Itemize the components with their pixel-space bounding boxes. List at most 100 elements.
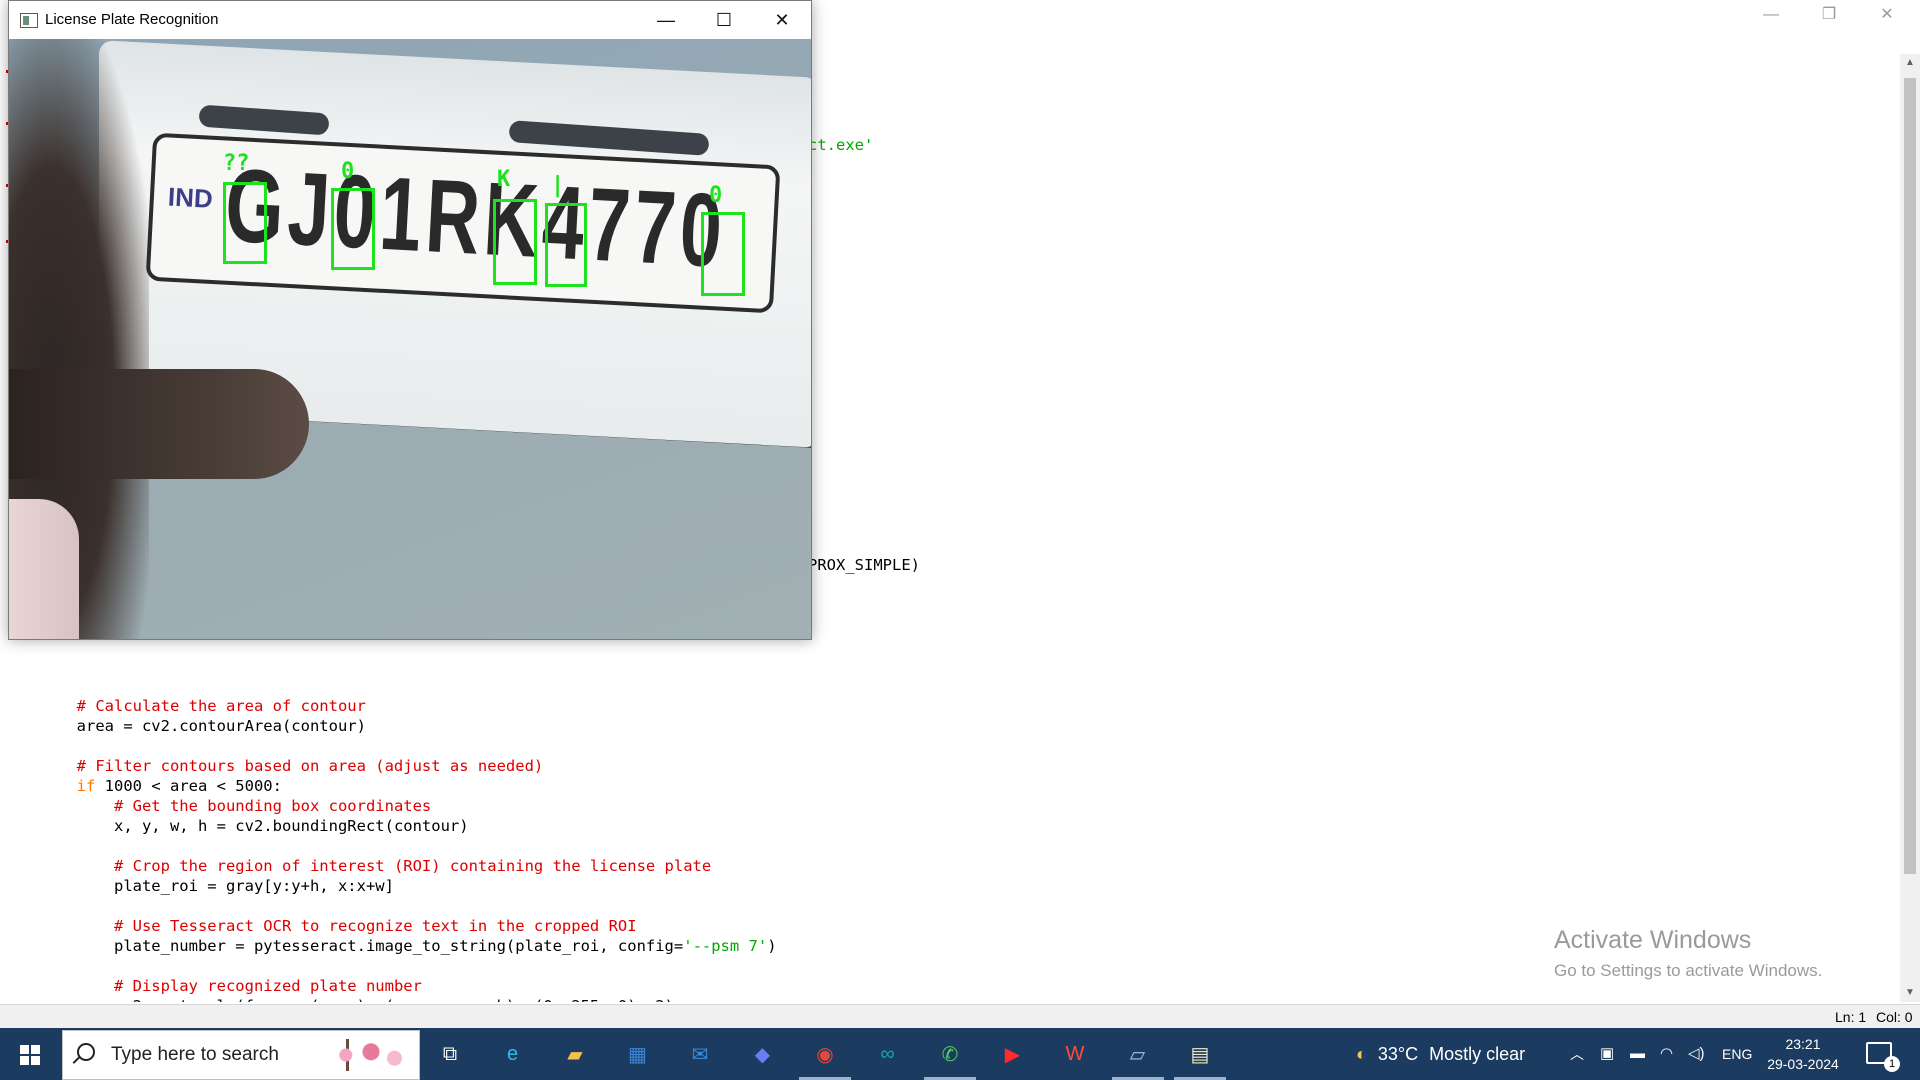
code-token: # Use Tesseract OCR to recognize text in…: [113, 917, 637, 935]
window-app-icon: [20, 13, 38, 28]
bbox-5: [701, 212, 745, 296]
scroll-thumb[interactable]: [1904, 78, 1916, 874]
editor-minimize-button[interactable]: —: [1742, 0, 1800, 30]
windows-logo-icon: [20, 1045, 40, 1065]
bbox-label-2: 0: [341, 159, 355, 184]
code-line: # Display recognized plate number: [2, 976, 1047, 996]
code-line: plate_roi = gray[y:y+h, x:x+w]: [2, 876, 1047, 896]
camera-frame: IND GJ01RK4770 ?? 0 K | 0: [9, 39, 811, 639]
code-token: plate_number = pytesseract.image_to_stri…: [113, 937, 684, 955]
code-line: # Use Tesseract OCR to recognize text in…: [2, 916, 1047, 936]
python-idle-icon[interactable]: ▤: [1182, 1036, 1218, 1072]
weather-temp: 33°C: [1377, 1044, 1419, 1064]
code-token: area = cv2.contourArea(contour): [76, 717, 366, 735]
language-indicator[interactable]: ENG: [1722, 1028, 1752, 1080]
show-hidden-icons-chevron-icon[interactable]: ︿: [1570, 1028, 1584, 1080]
editor-statusbar: Ln: 1 Col: 0: [0, 1004, 1920, 1029]
cherry-blossom-icon: [329, 1039, 413, 1071]
bbox-label-4: |: [551, 173, 565, 198]
code-token: # Display recognized plate number: [113, 977, 422, 995]
taskbar-clock[interactable]: 23:21 29-03-2024: [1760, 1034, 1846, 1074]
notification-center-icon[interactable]: 1: [1866, 1042, 1900, 1072]
code-token: cv2.rectangle(frame, (x, y), (x + w, y +…: [114, 997, 674, 1002]
code-token: # Crop the region of interest (ROI) cont…: [113, 857, 712, 875]
code-line: # Calculate the area of contour: [2, 696, 1047, 716]
code-token: 1000 < area < 5000:: [95, 777, 282, 795]
editor-restore-button[interactable]: ❐: [1800, 0, 1858, 30]
maximize-button[interactable]: ☐: [695, 1, 753, 39]
bbox-label-3: K: [497, 167, 511, 192]
code-fragment-approx: PROX_SIMPLE): [808, 556, 920, 574]
file-explorer-icon[interactable]: ▰: [557, 1036, 593, 1072]
search-placeholder: Type here to search: [111, 1044, 279, 1065]
plate-characters: GJ01RK4770: [222, 147, 730, 290]
search-icon: [77, 1043, 95, 1061]
status-col: Col: 0: [1876, 1009, 1913, 1025]
close-button[interactable]: ✕: [753, 1, 811, 39]
notification-count: 1: [1884, 1056, 1900, 1072]
scroll-down-icon[interactable]: ▼: [1900, 984, 1920, 1002]
lp-titlebar[interactable]: License Plate Recognition — ☐ ✕: [9, 1, 811, 39]
youtube-icon[interactable]: ▶: [995, 1036, 1031, 1072]
battery-icon[interactable]: ▬: [1630, 1028, 1645, 1080]
license-plate-window: License Plate Recognition — ☐ ✕ IND GJ01…: [8, 0, 812, 640]
chrome-icon[interactable]: ◉: [807, 1036, 843, 1072]
code-token: # Calculate the area of contour: [76, 697, 366, 715]
finger: [9, 369, 309, 479]
weather-widget[interactable]: ◐ 33°C Mostly clear: [1356, 1028, 1525, 1080]
volume-icon[interactable]: ◁): [1688, 1028, 1705, 1080]
copilot-icon[interactable]: ◆: [745, 1036, 781, 1072]
meet-now-icon[interactable]: ▣: [1600, 1028, 1614, 1080]
activate-subtitle: Go to Settings to activate Windows.: [1554, 961, 1823, 980]
bbox-label-1: ??: [223, 151, 250, 176]
minimize-button[interactable]: —: [637, 1, 695, 39]
weather-condition: Mostly clear: [1429, 1044, 1526, 1064]
bbox-3: [493, 199, 537, 285]
start-button[interactable]: [0, 1028, 60, 1080]
bbox-1: [223, 182, 267, 264]
taskbar: Type here to search ⧉ e ▰ ▦ ✉ ◆ ◉ ∞ ✆ ▶ W ▱ ▤ ◐ 33°C…: [0, 1028, 1920, 1080]
code-fragment-exe: ct.exe': [808, 136, 874, 154]
taskbar-search-box[interactable]: Type here to search: [62, 1030, 420, 1080]
code-token: plate_roi = gray[y:y+h, x:x+w]: [113, 877, 394, 895]
activate-title: Activate Windows: [1554, 926, 1752, 954]
whatsapp-icon[interactable]: ✆: [932, 1036, 968, 1072]
scroll-up-icon[interactable]: ▲: [1900, 54, 1920, 72]
edge-icon[interactable]: e: [495, 1036, 531, 1072]
hand-lit: [9, 499, 79, 639]
microsoft-store-icon[interactable]: ▦: [620, 1036, 656, 1072]
wps-office-icon[interactable]: W: [1057, 1036, 1093, 1072]
wifi-icon[interactable]: ◠: [1660, 1028, 1673, 1080]
clock-time: 23:21: [1785, 1036, 1821, 1052]
bbox-label-5: 0: [709, 183, 723, 208]
code-line: # Crop the region of interest (ROI) cont…: [2, 856, 1047, 876]
task-view-icon[interactable]: ⧉: [432, 1036, 468, 1072]
clock-date: 29-03-2024: [1767, 1056, 1839, 1072]
mail-icon[interactable]: ✉: [682, 1036, 718, 1072]
code-line: # Get the bounding box coordinates: [2, 796, 1047, 816]
code-line: cv2.rectangle(frame, (x, y), (x + w, y +…: [2, 996, 1047, 1002]
code-token: x, y, w, h = cv2.boundingRect(contour): [113, 817, 469, 835]
editor-close-button[interactable]: ✕: [1858, 0, 1916, 30]
code-token: ): [767, 937, 777, 955]
code-token: if: [76, 777, 96, 795]
code-line: plate_number = pytesseract.image_to_stri…: [2, 936, 1047, 956]
editor-vertical-scrollbar[interactable]: ▲ ▼: [1900, 54, 1920, 1002]
weather-moon-icon: ◐: [1356, 1044, 1367, 1064]
arduino-icon[interactable]: ∞: [870, 1036, 906, 1072]
code-token: # Filter contours based on area (adjust …: [76, 757, 544, 775]
notes-icon[interactable]: ▱: [1120, 1036, 1156, 1072]
code-line: if 1000 < area < 5000:: [2, 776, 1047, 796]
